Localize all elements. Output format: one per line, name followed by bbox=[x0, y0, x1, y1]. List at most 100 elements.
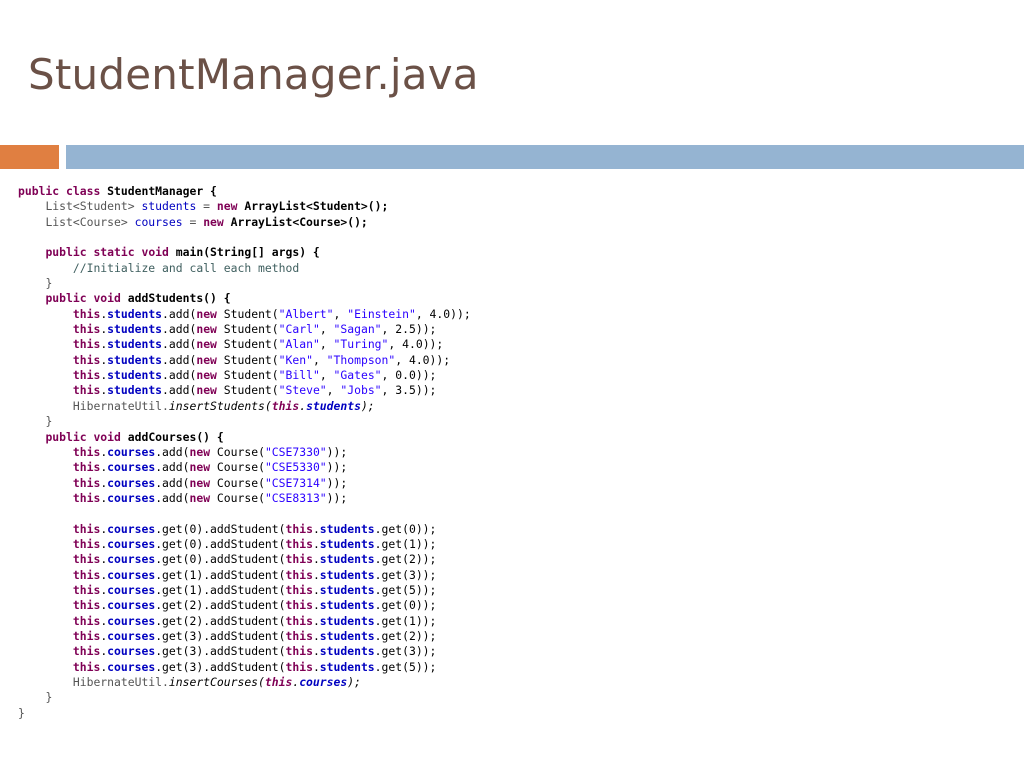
code-token: courses bbox=[107, 521, 156, 536]
code-token: .add( bbox=[162, 306, 197, 321]
code-token: this bbox=[285, 659, 313, 674]
code-token: this bbox=[285, 567, 313, 582]
code-token: .get(0).addStudent( bbox=[155, 552, 286, 567]
code-token: addStudents() { bbox=[120, 291, 231, 306]
code-token: Student( bbox=[216, 352, 279, 367]
code-token: new bbox=[196, 322, 217, 337]
code-line: this.courses.get(0).addStudent(this.stud… bbox=[18, 552, 471, 567]
code-line: this.courses.add(new Course("CSE7330")); bbox=[18, 445, 471, 460]
code-token: .get(5)); bbox=[374, 582, 437, 597]
code-token: .get(1)); bbox=[374, 613, 437, 628]
code-token: new bbox=[203, 214, 224, 229]
code-token: this bbox=[72, 337, 101, 352]
code-token: this bbox=[72, 536, 101, 551]
code-token: new bbox=[196, 383, 217, 398]
code-token: .add( bbox=[155, 475, 190, 490]
code-token: , 4.0)); bbox=[395, 352, 451, 367]
code-block: public class StudentManager { List<Stude… bbox=[18, 184, 471, 721]
code-line: this.courses.add(new Course("CSE8313")); bbox=[18, 491, 471, 506]
code-token: this bbox=[285, 598, 313, 613]
code-token: = bbox=[182, 214, 204, 229]
code-token: courses bbox=[107, 567, 156, 582]
code-token: , bbox=[333, 306, 348, 321]
code-token: ); bbox=[347, 675, 361, 689]
code-token: new bbox=[196, 337, 217, 352]
code-token: this bbox=[72, 368, 101, 383]
code-token: .get(1)); bbox=[374, 536, 437, 551]
code-line: this.courses.get(2).addStudent(this.stud… bbox=[18, 614, 471, 629]
code-token: students bbox=[319, 552, 375, 567]
code-token: } bbox=[45, 276, 53, 291]
code-token: .get(0)); bbox=[374, 598, 437, 613]
code-line: this.courses.get(3).addStudent(this.stud… bbox=[18, 629, 471, 644]
code-token: courses bbox=[107, 460, 156, 475]
code-line: //Initialize and call each method bbox=[18, 261, 471, 276]
code-token: List<Student> bbox=[45, 199, 142, 214]
code-token: .get(5)); bbox=[374, 659, 437, 674]
code-token: .get(1).addStudent( bbox=[155, 582, 286, 597]
code-token: .get(2).addStudent( bbox=[155, 613, 286, 628]
code-token: Student( bbox=[216, 322, 279, 337]
code-line: HibernateUtil.insertCourses(this.courses… bbox=[18, 675, 471, 690]
code-line: } bbox=[18, 690, 471, 705]
code-token: this bbox=[72, 475, 101, 490]
code-token: students bbox=[319, 567, 375, 582]
code-token: "Ken" bbox=[278, 352, 313, 367]
code-token: this bbox=[72, 613, 101, 628]
code-token: . bbox=[312, 598, 320, 613]
code-token: courses bbox=[107, 598, 156, 613]
code-line: this.courses.get(0).addStudent(this.stud… bbox=[18, 537, 471, 552]
code-token: addCourses() { bbox=[120, 429, 224, 444]
code-token: . bbox=[312, 567, 320, 582]
code-token: , bbox=[326, 383, 341, 398]
code-token: students bbox=[107, 383, 163, 398]
code-token: } bbox=[18, 705, 25, 720]
code-token: .get(0).addStudent( bbox=[155, 536, 286, 551]
code-token: "Steve" bbox=[278, 383, 327, 398]
code-line: this.students.add(new Student("Albert", … bbox=[18, 307, 471, 322]
code-line: this.students.add(new Student("Carl", "S… bbox=[18, 322, 471, 337]
code-token: . bbox=[312, 521, 320, 536]
code-token: )); bbox=[326, 444, 348, 459]
code-line: List<Student> students = new ArrayList<S… bbox=[18, 199, 471, 214]
code-token: new bbox=[196, 368, 217, 383]
code-line: this.students.add(new Student("Alan", "T… bbox=[18, 337, 471, 352]
code-token: .add( bbox=[162, 337, 197, 352]
code-token: HibernateUtil. bbox=[72, 398, 169, 413]
code-token: courses bbox=[107, 490, 156, 505]
code-line: this.students.add(new Student("Ken", "Th… bbox=[18, 353, 471, 368]
code-line: } bbox=[18, 276, 471, 291]
code-token: } bbox=[45, 690, 53, 705]
code-line: this.courses.get(1).addStudent(this.stud… bbox=[18, 568, 471, 583]
code-token: students bbox=[306, 398, 361, 413]
code-token: StudentManager { bbox=[100, 184, 217, 198]
code-line: public class StudentManager { bbox=[18, 184, 471, 199]
code-token: Student( bbox=[216, 368, 279, 383]
code-line: } bbox=[18, 414, 471, 429]
code-token: .add( bbox=[155, 460, 190, 475]
code-token: Student( bbox=[216, 383, 279, 398]
code-token: this bbox=[72, 521, 101, 536]
code-token: this bbox=[72, 306, 101, 321]
code-token: courses bbox=[107, 628, 156, 643]
code-token: , 4.0)); bbox=[415, 306, 471, 321]
code-token: class bbox=[66, 184, 101, 198]
code-token: this bbox=[285, 644, 313, 659]
code-token: this bbox=[285, 521, 313, 536]
code-line: List<Course> courses = new ArrayList<Cou… bbox=[18, 215, 471, 230]
code-token: courses bbox=[107, 613, 156, 628]
code-token: new bbox=[196, 306, 217, 321]
code-token: "Carl" bbox=[278, 322, 320, 337]
code-token: this bbox=[72, 352, 101, 367]
code-token: , 4.0)); bbox=[388, 337, 444, 352]
code-token: students bbox=[107, 352, 163, 367]
